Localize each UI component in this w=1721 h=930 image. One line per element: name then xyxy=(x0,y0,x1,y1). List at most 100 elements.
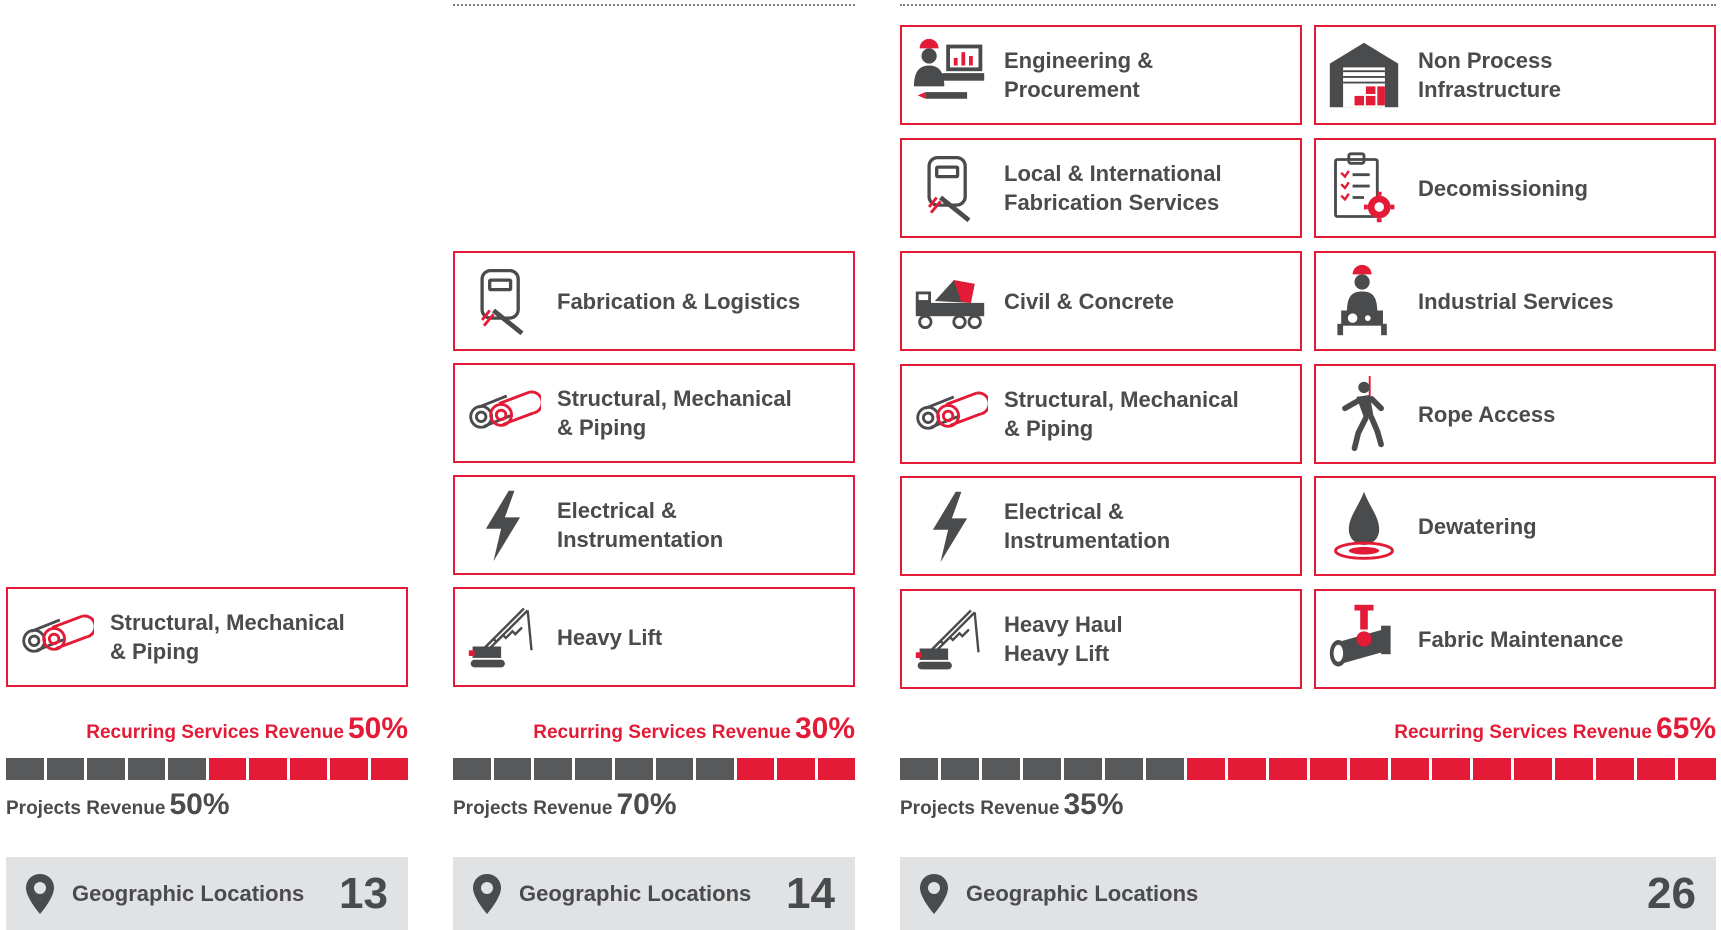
projects-segment xyxy=(6,758,44,780)
concrete-mixer-icon xyxy=(902,253,998,349)
recurring-segment xyxy=(1596,758,1635,780)
location-pin-icon xyxy=(918,872,958,916)
column-1: Structural, Mechanical & Piping Recurrin… xyxy=(6,0,408,930)
service-label: Rope Access xyxy=(1418,401,1556,427)
warehouse-icon xyxy=(1316,27,1412,123)
recurring-segment xyxy=(1637,758,1676,780)
service-label: Civil & Concrete xyxy=(1004,288,1174,314)
service-card-engineering-procurement: Engineering & Procurement xyxy=(900,25,1302,125)
pipe-valve-icon xyxy=(1316,591,1412,687)
service-card-fabrication-logistics: Fabrication & Logistics xyxy=(453,251,855,351)
service-card-fabric-maintenance: Fabric Maintenance xyxy=(1314,589,1716,689)
geographic-locations-panel: Geographic Locations 13 xyxy=(6,857,408,930)
projects-segment xyxy=(493,758,531,780)
recurring-segment xyxy=(1555,758,1594,780)
welding-mask-icon xyxy=(455,253,551,349)
service-label: Decomissioning xyxy=(1418,175,1588,201)
geographic-locations-panel: Geographic Locations 14 xyxy=(453,857,855,930)
crane-icon xyxy=(902,591,998,687)
lightning-icon xyxy=(455,477,551,573)
engineer-computer-icon xyxy=(902,27,998,123)
service-card-non-process-infrastructure: Non Process Infrastructure xyxy=(1314,25,1716,125)
recurring-segment xyxy=(249,758,287,780)
service-card-civil-concrete: Civil & Concrete xyxy=(900,251,1302,351)
geo-label: Geographic Locations xyxy=(519,880,752,906)
industrial-worker-icon xyxy=(1316,253,1412,349)
projects-segment xyxy=(168,758,206,780)
column-2: Fabrication & Logistics Structural, Mech… xyxy=(453,0,855,930)
recurring-revenue-label: Recurring Services Revenue xyxy=(1394,722,1652,743)
recurring-segment xyxy=(1473,758,1512,780)
geo-label: Geographic Locations xyxy=(72,880,305,906)
dotted-divider xyxy=(453,4,855,6)
service-card-structural-mechanical-piping: Structural, Mechanical & Piping xyxy=(900,364,1302,464)
geo-count: 26 xyxy=(1647,868,1696,918)
projects-segment xyxy=(940,758,979,780)
service-label: Electrical & Instrumentation xyxy=(557,498,724,552)
revenue-split-bar xyxy=(6,758,408,780)
revenue-split-bar xyxy=(900,758,1717,780)
projects-segment xyxy=(46,758,84,780)
dotted-divider xyxy=(900,4,1716,6)
recurring-segment xyxy=(1227,758,1266,780)
service-label: Structural, Mechanical & Piping xyxy=(110,610,345,664)
service-label: Heavy Lift xyxy=(557,624,663,650)
recurring-segment xyxy=(1391,758,1430,780)
geographic-locations-panel: Geographic Locations 26 xyxy=(900,857,1716,930)
recurring-segment xyxy=(330,758,368,780)
recurring-segment xyxy=(1678,758,1717,780)
projects-segment xyxy=(87,758,125,780)
service-card-structural-mechanical-piping: Structural, Mechanical & Piping xyxy=(453,363,855,463)
projects-segment xyxy=(981,758,1020,780)
projects-segment xyxy=(696,758,734,780)
service-label: Structural, Mechanical & Piping xyxy=(1004,387,1239,441)
recurring-revenue-label: Recurring Services Revenue xyxy=(86,722,344,743)
service-label: Heavy Haul Heavy Lift xyxy=(1004,612,1123,666)
projects-revenue: Projects Revenue 70% xyxy=(453,788,677,822)
recurring-revenue: Recurring Services Revenue 50% xyxy=(86,712,408,746)
location-pin-icon xyxy=(24,872,64,916)
projects-revenue-pct: 35% xyxy=(1063,788,1124,821)
projects-segment xyxy=(127,758,165,780)
projects-segment xyxy=(453,758,491,780)
recurring-segment xyxy=(777,758,815,780)
recurring-segment xyxy=(370,758,408,780)
service-card-rope-access: Rope Access xyxy=(1314,364,1716,464)
column-3: Engineering & Procurement Non Process In… xyxy=(900,0,1717,930)
service-card-electrical-instrumentation: Electrical & Instrumentation xyxy=(453,475,855,575)
geo-count: 14 xyxy=(786,868,835,918)
recurring-segment xyxy=(1186,758,1225,780)
pipes-icon xyxy=(455,365,551,461)
projects-segment xyxy=(534,758,572,780)
projects-revenue-label: Projects Revenue xyxy=(453,798,613,819)
pipes-icon xyxy=(8,589,104,685)
service-card-heavy-lift: Heavy Lift xyxy=(453,587,855,687)
projects-segment xyxy=(1022,758,1061,780)
service-label: Structural, Mechanical & Piping xyxy=(557,386,792,440)
service-label: Local & International Fabrication Servic… xyxy=(1004,161,1222,215)
projects-segment xyxy=(655,758,693,780)
lightning-icon xyxy=(902,478,998,574)
projects-revenue-pct: 70% xyxy=(616,788,677,821)
service-card-industrial-services: Industrial Services xyxy=(1314,251,1716,351)
location-pin-icon xyxy=(471,872,511,916)
recurring-segment xyxy=(1309,758,1348,780)
recurring-segment xyxy=(1514,758,1553,780)
projects-revenue-label: Projects Revenue xyxy=(900,798,1060,819)
projects-segment xyxy=(1063,758,1102,780)
water-drop-icon xyxy=(1316,478,1412,574)
service-card-dewatering: Dewatering xyxy=(1314,476,1716,576)
clipboard-gear-icon xyxy=(1316,140,1412,236)
rope-climber-icon xyxy=(1316,366,1412,462)
projects-revenue: Projects Revenue 35% xyxy=(900,788,1124,822)
service-card-heavy-haul-heavy-lift: Heavy Haul Heavy Lift xyxy=(900,589,1302,689)
recurring-segment xyxy=(1268,758,1307,780)
recurring-segment xyxy=(1432,758,1471,780)
recurring-revenue-label: Recurring Services Revenue xyxy=(533,722,791,743)
pipes-icon xyxy=(902,366,998,462)
service-card-decomissioning: Decomissioning xyxy=(1314,138,1716,238)
service-label: Non Process Infrastructure xyxy=(1418,48,1562,102)
recurring-revenue: Recurring Services Revenue 65% xyxy=(1394,712,1716,746)
service-label: Industrial Services xyxy=(1418,288,1614,314)
recurring-revenue-pct: 65% xyxy=(1655,712,1716,745)
